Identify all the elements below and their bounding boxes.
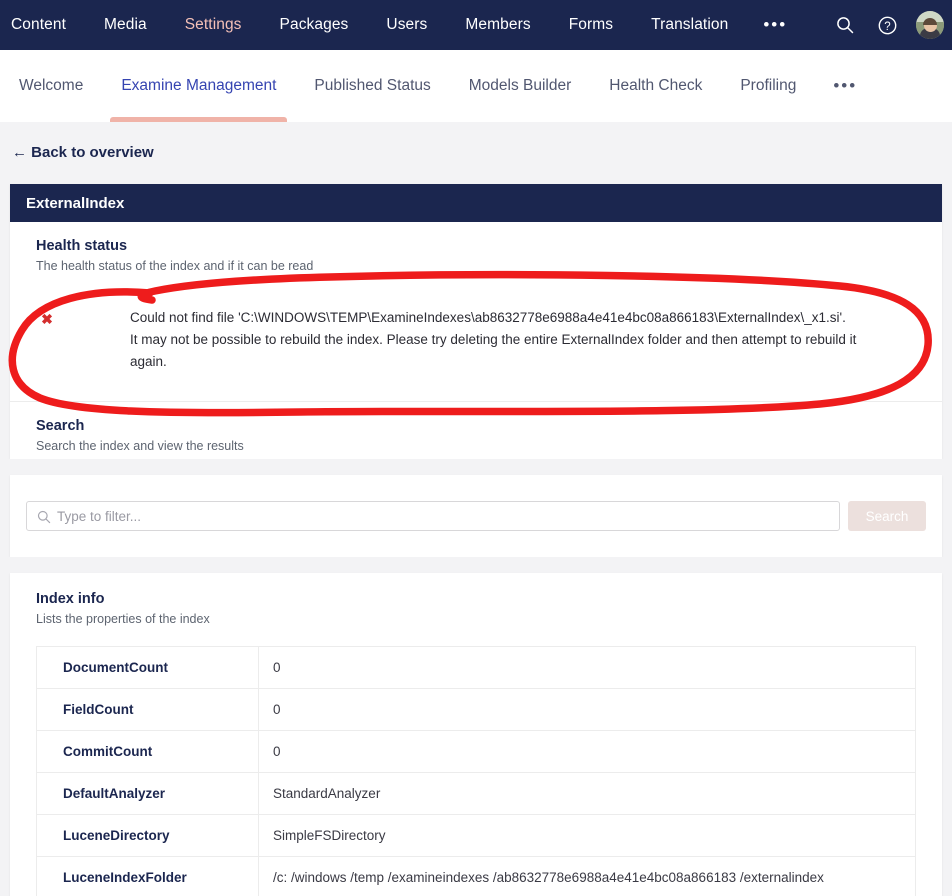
avatar-hair	[923, 18, 937, 25]
topnav-item-settings[interactable]: Settings	[166, 0, 261, 57]
svg-text:?: ?	[884, 21, 890, 33]
table-row: DefaultAnalyzer StandardAnalyzer	[36, 772, 916, 815]
topnav-item-media[interactable]: Media	[85, 0, 166, 50]
index-info-section: Index info Lists the properties of the i…	[10, 573, 942, 896]
back-to-overview-link[interactable]: ← Back to overview	[12, 144, 154, 161]
tab-label: Profiling	[740, 77, 797, 94]
topnav-label: Forms	[568, 16, 614, 33]
table-row: LuceneDirectory SimpleFSDirectory	[36, 814, 916, 857]
topnav-label: Members	[465, 16, 531, 33]
tab-health-check[interactable]: Health Check	[590, 50, 721, 122]
tab-label: Models Builder	[468, 77, 572, 94]
topnav-label: Users	[386, 16, 428, 33]
tab-models-builder[interactable]: Models Builder	[450, 50, 591, 122]
topnav-overflow-button[interactable]: •••	[747, 16, 803, 33]
tab-label: Welcome	[19, 77, 84, 94]
tab-examine-management[interactable]: Examine Management	[102, 50, 295, 122]
property-name: FieldCount	[36, 688, 259, 731]
top-nav-items: Content Media Settings Packages Users Me…	[0, 0, 803, 57]
search-input[interactable]	[27, 502, 839, 530]
topnav-label: Translation	[651, 16, 729, 33]
table-row: DocumentCount 0	[36, 646, 916, 689]
health-status-title: Health status	[36, 238, 128, 254]
topnav-item-translation[interactable]: Translation	[632, 0, 747, 50]
subnav-overflow-button[interactable]: •••	[815, 77, 875, 94]
index-info-title: Index info	[36, 591, 105, 607]
index-info-table: DocumentCount 0 FieldCount 0 CommitCount…	[36, 646, 916, 896]
property-value: 0	[273, 660, 281, 675]
section-divider	[0, 459, 952, 475]
health-status-description: The health status of the index and if it…	[36, 259, 314, 273]
table-row: CommitCount 0	[36, 730, 916, 773]
topnav-item-content[interactable]: Content	[0, 0, 85, 50]
search-section: Search Search the index and view the res…	[10, 402, 942, 459]
table-row: LuceneIndexFolder /c: /windows /temp /ex…	[36, 856, 916, 896]
topnav-item-members[interactable]: Members	[446, 0, 549, 50]
topnav-label: Settings	[184, 16, 242, 33]
search-panel: Search	[10, 475, 942, 557]
property-name: LuceneDirectory	[36, 814, 259, 857]
health-status-error-message: Could not find file 'C:\WINDOWS\TEMP\Exa…	[130, 310, 857, 369]
topnav-label: Packages	[279, 16, 349, 33]
property-value: /c: /windows /temp /examineindexes /ab86…	[273, 870, 824, 885]
index-info-description: Lists the properties of the index	[36, 612, 210, 626]
property-name: CommitCount	[36, 730, 259, 773]
property-name: DefaultAnalyzer	[36, 772, 259, 815]
index-panel: ExternalIndex Health status The health s…	[10, 184, 942, 459]
property-value: 0	[273, 702, 281, 717]
property-name: LuceneIndexFolder	[36, 856, 259, 896]
tab-label: Examine Management	[121, 77, 277, 94]
topnav-item-forms[interactable]: Forms	[550, 0, 632, 50]
property-name: DocumentCount	[36, 646, 259, 689]
property-value: StandardAnalyzer	[273, 786, 381, 801]
search-input-wrapper[interactable]	[26, 501, 840, 531]
health-status-section: Health status The health status of the i…	[10, 222, 942, 402]
top-nav-actions: ?	[832, 0, 944, 50]
topnav-item-users[interactable]: Users	[367, 0, 446, 50]
search-controls-row: Search	[10, 475, 942, 557]
tab-profiling[interactable]: Profiling	[721, 50, 815, 122]
back-link-container: ← Back to overview	[0, 122, 952, 184]
search-button[interactable]: Search	[848, 501, 926, 531]
page-body: ← Back to overview ExternalIndex Health …	[0, 122, 952, 896]
section-divider-2	[0, 557, 952, 573]
tab-welcome[interactable]: Welcome	[4, 50, 102, 122]
sub-navigation-tabs: Welcome Examine Management Published Sta…	[0, 50, 952, 122]
panel-title: ExternalIndex	[10, 184, 942, 222]
help-icon[interactable]: ?	[874, 12, 900, 38]
tab-label: Health Check	[609, 77, 703, 94]
property-value: SimpleFSDirectory	[273, 828, 386, 843]
topnav-label: Content	[11, 16, 66, 33]
table-row: FieldCount 0	[36, 688, 916, 731]
topnav-label: Media	[104, 16, 147, 33]
index-info-panel: Index info Lists the properties of the i…	[10, 573, 942, 896]
tab-published-status[interactable]: Published Status	[295, 50, 449, 122]
search-icon[interactable]	[832, 12, 858, 38]
search-title: Search	[36, 418, 85, 434]
top-navigation-bar: Content Media Settings Packages Users Me…	[0, 0, 952, 57]
property-value: 0	[273, 744, 281, 759]
error-cross-icon: ✖	[41, 311, 53, 327]
health-status-error-row: ✖ Could not find file 'C:\WINDOWS\TEMP\E…	[26, 287, 926, 387]
tab-label: Published Status	[314, 77, 431, 94]
topnav-item-packages[interactable]: Packages	[261, 0, 368, 50]
search-description: Search the index and view the results	[36, 439, 244, 453]
user-avatar[interactable]	[916, 11, 944, 39]
